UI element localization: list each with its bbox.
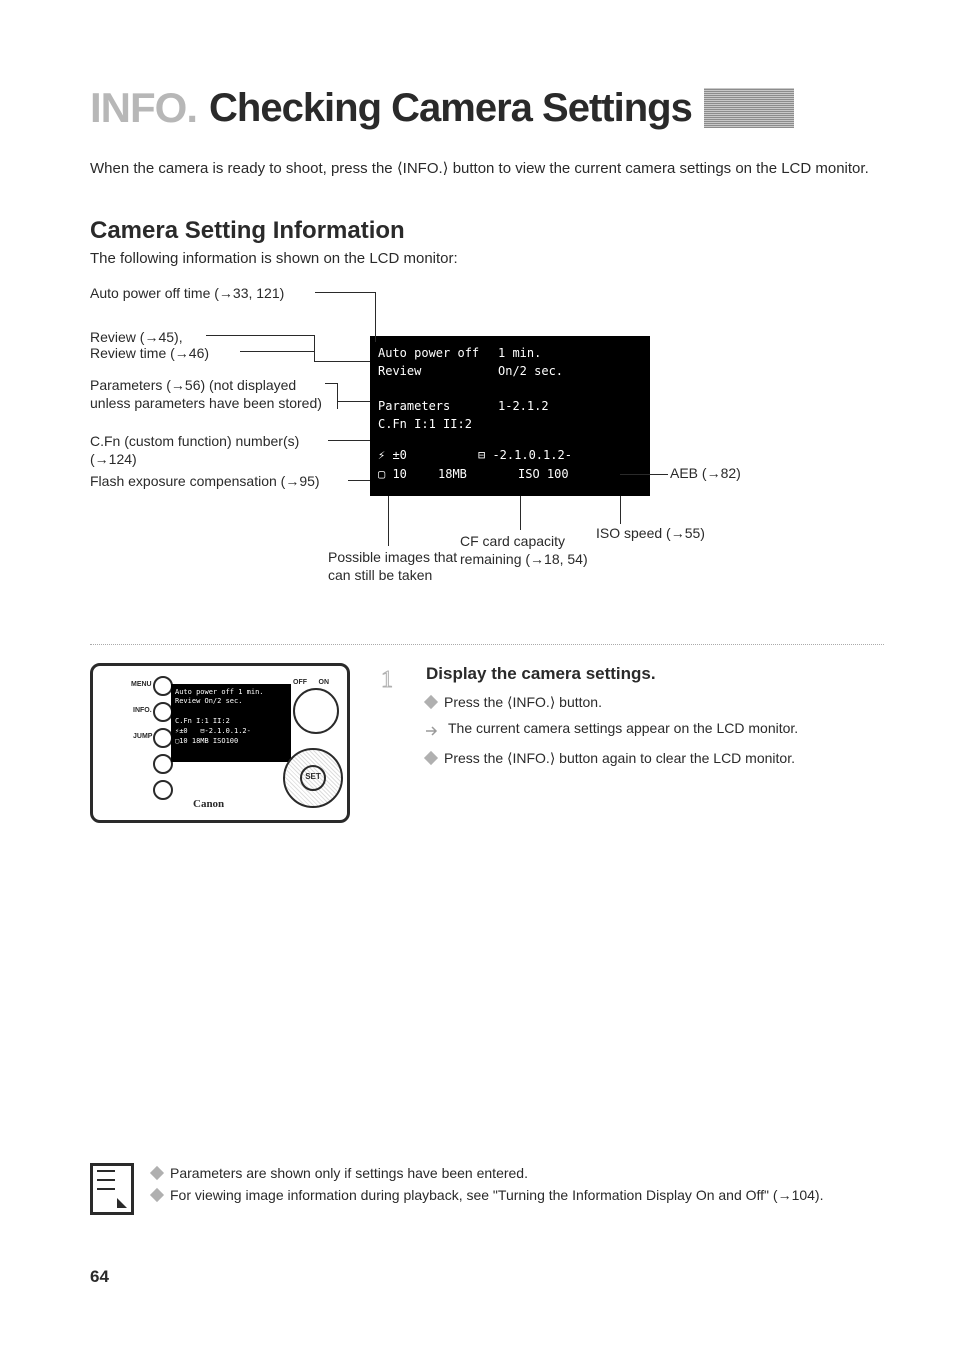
title-prefix: INFO. (90, 80, 197, 137)
note-icon (90, 1163, 134, 1215)
cam-brand: Canon (193, 797, 224, 812)
lcd-cfn: C.Fn I:1 II:2 (378, 417, 472, 431)
note-1: Parameters are shown only if settings ha… (170, 1164, 528, 1184)
cam-jump-label: JUMP (133, 732, 152, 741)
note-box: Parameters are shown only if settings ha… (90, 1163, 884, 1215)
lcd-flash: ⚡ ±0 (378, 446, 478, 465)
page-number: 64 (90, 1266, 109, 1289)
cam-play-button (153, 780, 173, 800)
step-title: Display the camera settings. (426, 663, 884, 686)
lcd-review-label: Review (378, 362, 498, 381)
cam-set-button: SET (300, 765, 326, 791)
bullet-icon (150, 1166, 164, 1180)
lcd-aeb: ⊟ -2.1.0.1.2- (478, 448, 572, 462)
cam-mini-lcd: Auto power off 1 min.Review On/2 sec.C.F… (171, 684, 291, 762)
lcd-auto-label: Auto power off (378, 344, 498, 363)
ann-cfn: C.Fn (custom function) number(s) (→124) (90, 432, 340, 470)
ann-auto-power: Auto power off time (→33, 121) (90, 284, 320, 303)
ann-parameters: Parameters (→56) (not displayed unless p… (90, 376, 330, 414)
lcd-annotation-diagram: Auto power off1 min. ReviewOn/2 sec. Par… (90, 284, 884, 614)
step-b2: The current camera settings appear on th… (448, 719, 798, 742)
ann-possible: Possible images that can still be taken (328, 548, 478, 586)
bullet-icon (424, 694, 438, 708)
lcd-param-val: 1-2.1.2 (498, 399, 549, 413)
ann-cf: CF card capacity remaining (→18, 54) (460, 532, 620, 570)
step-number-1: 1 (376, 665, 400, 823)
bullet-icon (424, 751, 438, 765)
title-main: Checking Camera Settings (209, 81, 692, 135)
title-decoration-bar (704, 88, 794, 128)
step-section: MENU INFO. JUMP Auto power off 1 min.Rev… (90, 644, 884, 823)
ann-aeb: AEB (→82) (670, 464, 741, 483)
lcd-iso: ISO 100 (518, 467, 569, 481)
cam-on-label: ON (319, 678, 330, 687)
svg-text:1: 1 (381, 667, 393, 693)
step-b3: Press the ⟨INFO.⟩ button again to clear … (444, 749, 795, 769)
cam-menu-label: MENU (131, 680, 152, 689)
lcd-shots: ▢ 10 (378, 465, 438, 484)
cam-jump-button (153, 728, 173, 748)
camera-back-illustration: MENU INFO. JUMP Auto power off 1 min.Rev… (90, 663, 350, 823)
cam-mode-dial (293, 688, 339, 734)
cam-info-button (153, 702, 173, 722)
lcd-param-label: Parameters (378, 397, 498, 416)
cam-info-label: INFO. (133, 706, 152, 715)
cam-control-dial: SET (283, 748, 343, 808)
bullet-icon (150, 1188, 164, 1202)
note-2: For viewing image information during pla… (170, 1186, 823, 1206)
lcd-cf: 18MB (438, 465, 518, 484)
step-b1: Press the ⟨INFO.⟩ button. (444, 693, 602, 713)
section-sub: The following information is shown on th… (90, 249, 884, 269)
arrow-icon (426, 722, 440, 742)
ann-review-time: Review time (→46) (90, 344, 209, 363)
ann-flash: Flash exposure compensation (→95) (90, 472, 350, 491)
step-body: Display the camera settings. Press the ⟨… (426, 663, 884, 823)
lcd-review-val: On/2 sec. (498, 364, 563, 378)
section-heading: Camera Setting Information (90, 215, 884, 247)
lcd-auto-val: 1 min. (498, 346, 541, 360)
lcd-screen: Auto power off1 min. ReviewOn/2 sec. Par… (370, 336, 650, 496)
intro-paragraph: When the camera is ready to shoot, press… (90, 159, 884, 179)
cam-zoom-button (153, 754, 173, 774)
cam-off-label: OFF (293, 678, 307, 687)
page-title-row: INFO. Checking Camera Settings (90, 80, 884, 137)
cam-menu-button (153, 676, 173, 696)
